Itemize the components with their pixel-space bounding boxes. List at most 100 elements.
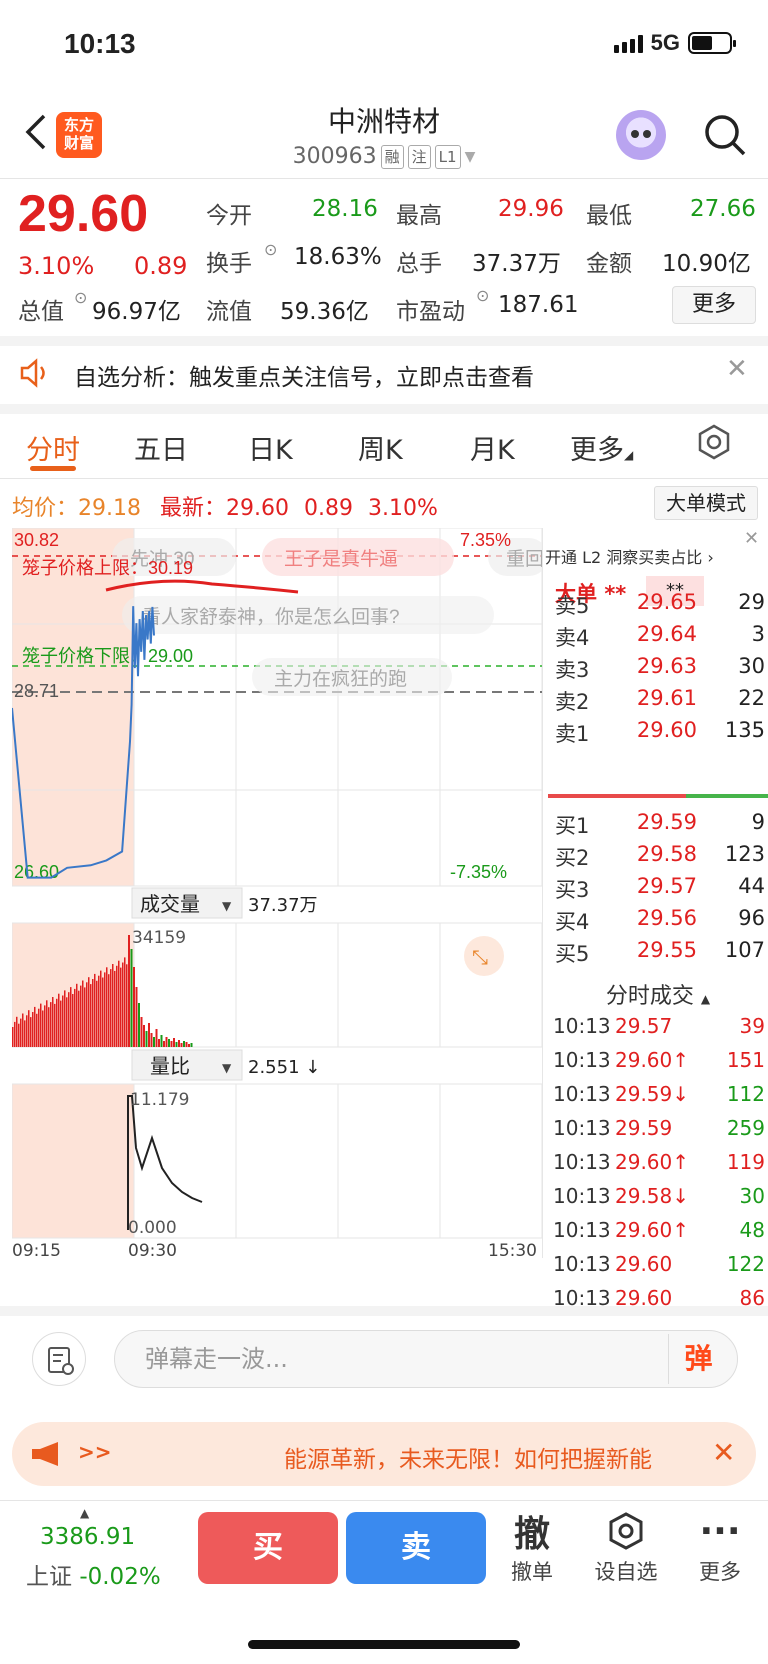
danmu-send-button[interactable]: 弹: [668, 1334, 728, 1384]
volume-bar: [58, 993, 60, 1047]
level-price: 29.58: [636, 842, 697, 866]
volume-bar: [12, 1027, 14, 1047]
intraday-chart[interactable]: 先冲 30 王子是真牛逼 重回 看人家舒泰神，你是怎么回事? 主力在疯狂的跑 3…: [12, 528, 542, 1258]
tick-row: 10:13 29.59 259: [553, 1116, 765, 1150]
quote-label: 市盈动: [396, 299, 465, 325]
index-expand-icon[interactable]: ▲: [80, 1506, 89, 1520]
tag-margin: 融: [380, 144, 404, 169]
volume-bar: [20, 1018, 22, 1047]
volume-bar: [128, 935, 130, 1047]
sell-button[interactable]: 卖: [346, 1512, 486, 1584]
volume-bar: [30, 1017, 32, 1047]
l2-upgrade-link[interactable]: 开通 L2 洞察买卖占比 ›: [545, 544, 768, 574]
close-icon[interactable]: ✕: [712, 1436, 735, 1469]
tick-time: 10:13: [553, 1048, 611, 1072]
level-volume: 123: [724, 842, 765, 866]
cage-lower-label: 笼子价格下限：29.00: [22, 646, 193, 666]
volume-bar: [138, 1003, 140, 1047]
volume-bar: [94, 973, 96, 1047]
tick-volume: 30: [739, 1184, 765, 1208]
info-icon[interactable]: ⊙: [264, 240, 277, 259]
speaker-icon: [20, 358, 45, 388]
level-label: 卖2: [555, 690, 590, 714]
tick-row: 10:13 29.60 122: [553, 1252, 765, 1286]
sell-level-row[interactable]: 卖3 29.63 30: [555, 654, 765, 686]
tab-weekly-k[interactable]: 周K: [358, 428, 403, 467]
expand-icon[interactable]: ⤡: [472, 945, 488, 969]
hexagon-icon: [586, 1506, 666, 1556]
tab-five-day[interactable]: 五日: [134, 428, 188, 467]
gear-icon[interactable]: [696, 424, 732, 460]
add-watchlist-button[interactable]: 设自选: [586, 1506, 666, 1586]
close-icon[interactable]: ✕: [726, 354, 748, 384]
analysis-banner[interactable]: 自选分析：触发重点关注信号，立即点击查看: [74, 358, 534, 392]
volume-bar: [72, 994, 74, 1047]
tab-monthly-k[interactable]: 月K: [470, 428, 515, 467]
level-label: 买2: [555, 846, 590, 870]
time-start: 09:15: [12, 1241, 61, 1258]
more-button[interactable]: 更多: [672, 286, 756, 324]
volume-bar: [48, 1007, 50, 1047]
index-line[interactable]: 上证 -0.02%: [26, 1557, 161, 1591]
tab-daily-k[interactable]: 日K: [248, 428, 293, 467]
level-label: 买1: [555, 814, 590, 838]
tick-price: 29.60↑: [615, 1150, 690, 1174]
volume-bar: [120, 967, 122, 1047]
cancel-order-button[interactable]: 撤撤单: [492, 1506, 572, 1586]
tick-price: 29.59↓: [615, 1082, 690, 1106]
buy-level-row[interactable]: 买5 29.55 107: [555, 938, 765, 970]
level-price: 29.61: [636, 686, 697, 710]
danmu-settings-icon[interactable]: [32, 1332, 86, 1386]
volume-bar: [46, 1000, 48, 1047]
big-order-mode-button[interactable]: 大单模式: [654, 486, 758, 520]
tick-row: 10:13 29.58↓ 30: [553, 1184, 765, 1218]
ticks-title[interactable]: 分时成交 ▲: [548, 978, 768, 1010]
volume-bar: [160, 1035, 163, 1047]
level-price: 29.57: [636, 874, 697, 898]
index-value[interactable]: 3386.91: [40, 1524, 135, 1550]
volume-bar: [145, 1031, 148, 1047]
buy-level-row[interactable]: 买3 29.57 44: [555, 874, 765, 906]
dropdown-icon[interactable]: ▼: [465, 149, 476, 165]
megaphone-icon: [32, 1442, 58, 1466]
tick-time: 10:13: [553, 1252, 611, 1276]
robot-assistant-icon[interactable]: [616, 110, 666, 160]
sell-level-row[interactable]: 卖5 29.65 29: [555, 590, 765, 622]
volume-bar: [178, 1040, 180, 1047]
buy-level-row[interactable]: 买1 29.59 9: [555, 810, 765, 842]
volume-bar: [18, 1023, 20, 1047]
volume-bar: [40, 1003, 42, 1047]
tick-row: 10:13 29.60↑ 119: [553, 1150, 765, 1184]
battery-icon: [688, 32, 736, 54]
tick-volume: 151: [726, 1048, 765, 1072]
danmu-input[interactable]: 弹幕走一波...: [114, 1330, 738, 1388]
info-icon[interactable]: ⊙: [74, 288, 87, 307]
info-icon[interactable]: ⊙: [476, 286, 489, 305]
sell-level-row[interactable]: 卖4 29.64 3: [555, 622, 765, 654]
more-menu-button[interactable]: ··· 更多: [680, 1506, 760, 1586]
volume-bar: [80, 985, 82, 1047]
tab-more[interactable]: 更多◢: [570, 428, 633, 467]
volume-bar: [118, 960, 120, 1047]
tab-intraday[interactable]: 分时: [26, 428, 80, 467]
buy-level-row[interactable]: 买4 29.56 96: [555, 906, 765, 938]
ratio-title[interactable]: 量比: [150, 1054, 190, 1078]
volume-bar: [143, 1025, 145, 1047]
sell-level-row[interactable]: 卖2 29.61 22: [555, 686, 765, 718]
volume-bar: [74, 988, 76, 1047]
ad-text[interactable]: 能源革新，未来无限！如何把握新能: [284, 1440, 704, 1474]
close-icon[interactable]: ✕: [744, 528, 759, 549]
buy-button[interactable]: 买: [198, 1512, 338, 1584]
sell-level-row[interactable]: 卖1 29.60 135: [555, 718, 765, 750]
volume-bar: [104, 972, 106, 1047]
volume-bar: [92, 979, 94, 1047]
signal-icon: [613, 33, 643, 53]
buy-level-row[interactable]: 买2 29.58 123: [555, 842, 765, 874]
volume-title[interactable]: 成交量: [140, 892, 200, 916]
svg-text:▼: ▼: [222, 899, 232, 913]
volume-bar: [165, 1037, 168, 1047]
search-icon[interactable]: [702, 112, 748, 158]
tick-volume: 48: [739, 1218, 765, 1242]
quote-value: 28.16: [312, 196, 378, 222]
volume-bar: [106, 967, 108, 1047]
